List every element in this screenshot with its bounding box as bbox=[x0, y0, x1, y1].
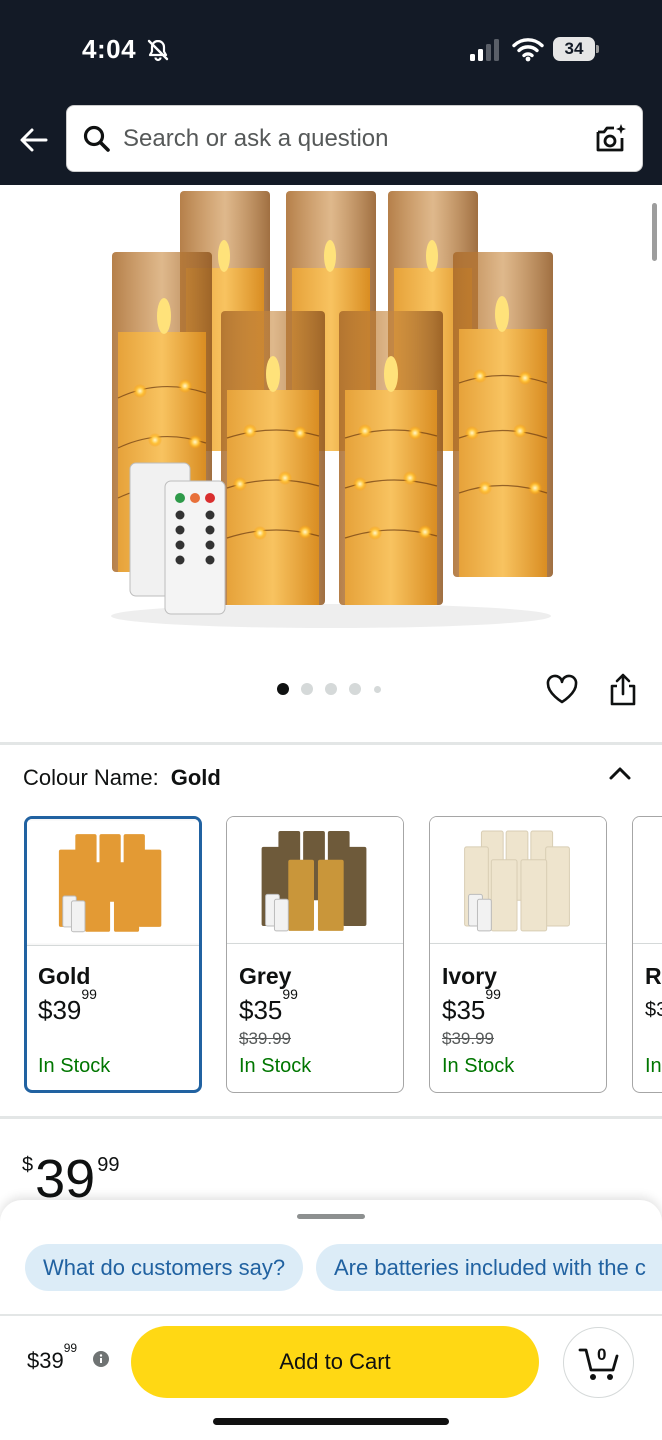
carousel-dot[interactable] bbox=[349, 683, 361, 695]
swatch-availability: In Stock bbox=[442, 1055, 515, 1077]
scrollbar[interactable] bbox=[652, 203, 657, 261]
swatch-availability: In Stock bbox=[38, 1055, 111, 1077]
app-header: 4:04 34 bbox=[0, 0, 662, 185]
colour-option-partial[interactable]: R $3 In bbox=[632, 816, 662, 1093]
swatch-availability: In Stock bbox=[239, 1055, 312, 1077]
signal-icon bbox=[470, 39, 499, 61]
swatch-price: $3 bbox=[645, 999, 662, 1021]
colour-label: Colour Name: bbox=[23, 765, 159, 790]
swatch-price: $3599 bbox=[239, 986, 298, 1025]
swatch-image bbox=[430, 817, 606, 944]
bottom-sheet: What do customers say? Are batteries inc… bbox=[0, 1200, 662, 1440]
search-icon bbox=[83, 125, 110, 152]
swatch-image bbox=[227, 817, 403, 944]
swatch-price: $3999 bbox=[38, 986, 97, 1025]
chevron-up-icon[interactable] bbox=[607, 762, 633, 784]
colour-option-grey[interactable]: Grey $3599 $39.99 In Stock bbox=[226, 816, 404, 1093]
section-divider bbox=[0, 1116, 662, 1119]
swatch-image bbox=[27, 819, 199, 946]
share-icon[interactable] bbox=[607, 672, 639, 706]
swatch-was-price: $39.99 bbox=[239, 1029, 291, 1048]
carousel-dot[interactable] bbox=[301, 683, 313, 695]
carousel-dot-active[interactable] bbox=[277, 683, 289, 695]
search-input[interactable] bbox=[123, 120, 583, 158]
add-to-cart-button[interactable]: Add to Cart bbox=[131, 1326, 539, 1398]
swatch-availability: In bbox=[645, 1055, 662, 1077]
cart-count: 0 bbox=[597, 1345, 607, 1364]
status-time: 4:04 bbox=[82, 34, 137, 64]
back-arrow-icon[interactable] bbox=[18, 124, 50, 156]
question-chip[interactable]: What do customers say? bbox=[25, 1244, 304, 1291]
battery-icon: 34 bbox=[553, 37, 599, 61]
search-bar[interactable] bbox=[66, 105, 643, 172]
home-indicator bbox=[213, 1418, 449, 1425]
carousel-dot[interactable] bbox=[374, 686, 381, 693]
bell-muted-icon bbox=[147, 39, 169, 62]
swatch-image bbox=[633, 817, 662, 944]
sheet-price: $3999 bbox=[27, 1340, 78, 1373]
camera-search-icon[interactable] bbox=[594, 122, 628, 156]
section-divider bbox=[0, 742, 662, 745]
colour-name-row: Colour Name: Gold bbox=[23, 765, 221, 791]
swatch-price: $3599 bbox=[442, 986, 501, 1025]
question-chip[interactable]: Are batteries included with the c bbox=[316, 1244, 662, 1291]
battery-level: 34 bbox=[564, 39, 584, 58]
info-icon[interactable] bbox=[93, 1351, 109, 1367]
heart-icon[interactable] bbox=[545, 673, 579, 705]
swatch-was-price: $39.99 bbox=[442, 1029, 494, 1048]
product-image[interactable] bbox=[100, 188, 562, 630]
sheet-divider bbox=[0, 1314, 662, 1316]
swatch-name: R bbox=[645, 963, 662, 989]
carousel-dot[interactable] bbox=[325, 683, 337, 695]
cart-button[interactable]: 0 bbox=[563, 1327, 634, 1398]
colour-option-ivory[interactable]: Ivory $3599 $39.99 In Stock bbox=[429, 816, 607, 1093]
colour-selected-value: Gold bbox=[170, 765, 221, 790]
colour-option-gold[interactable]: Gold $3999 In Stock bbox=[24, 816, 202, 1093]
sheet-grabber[interactable] bbox=[297, 1214, 365, 1219]
wifi-icon bbox=[512, 38, 544, 62]
